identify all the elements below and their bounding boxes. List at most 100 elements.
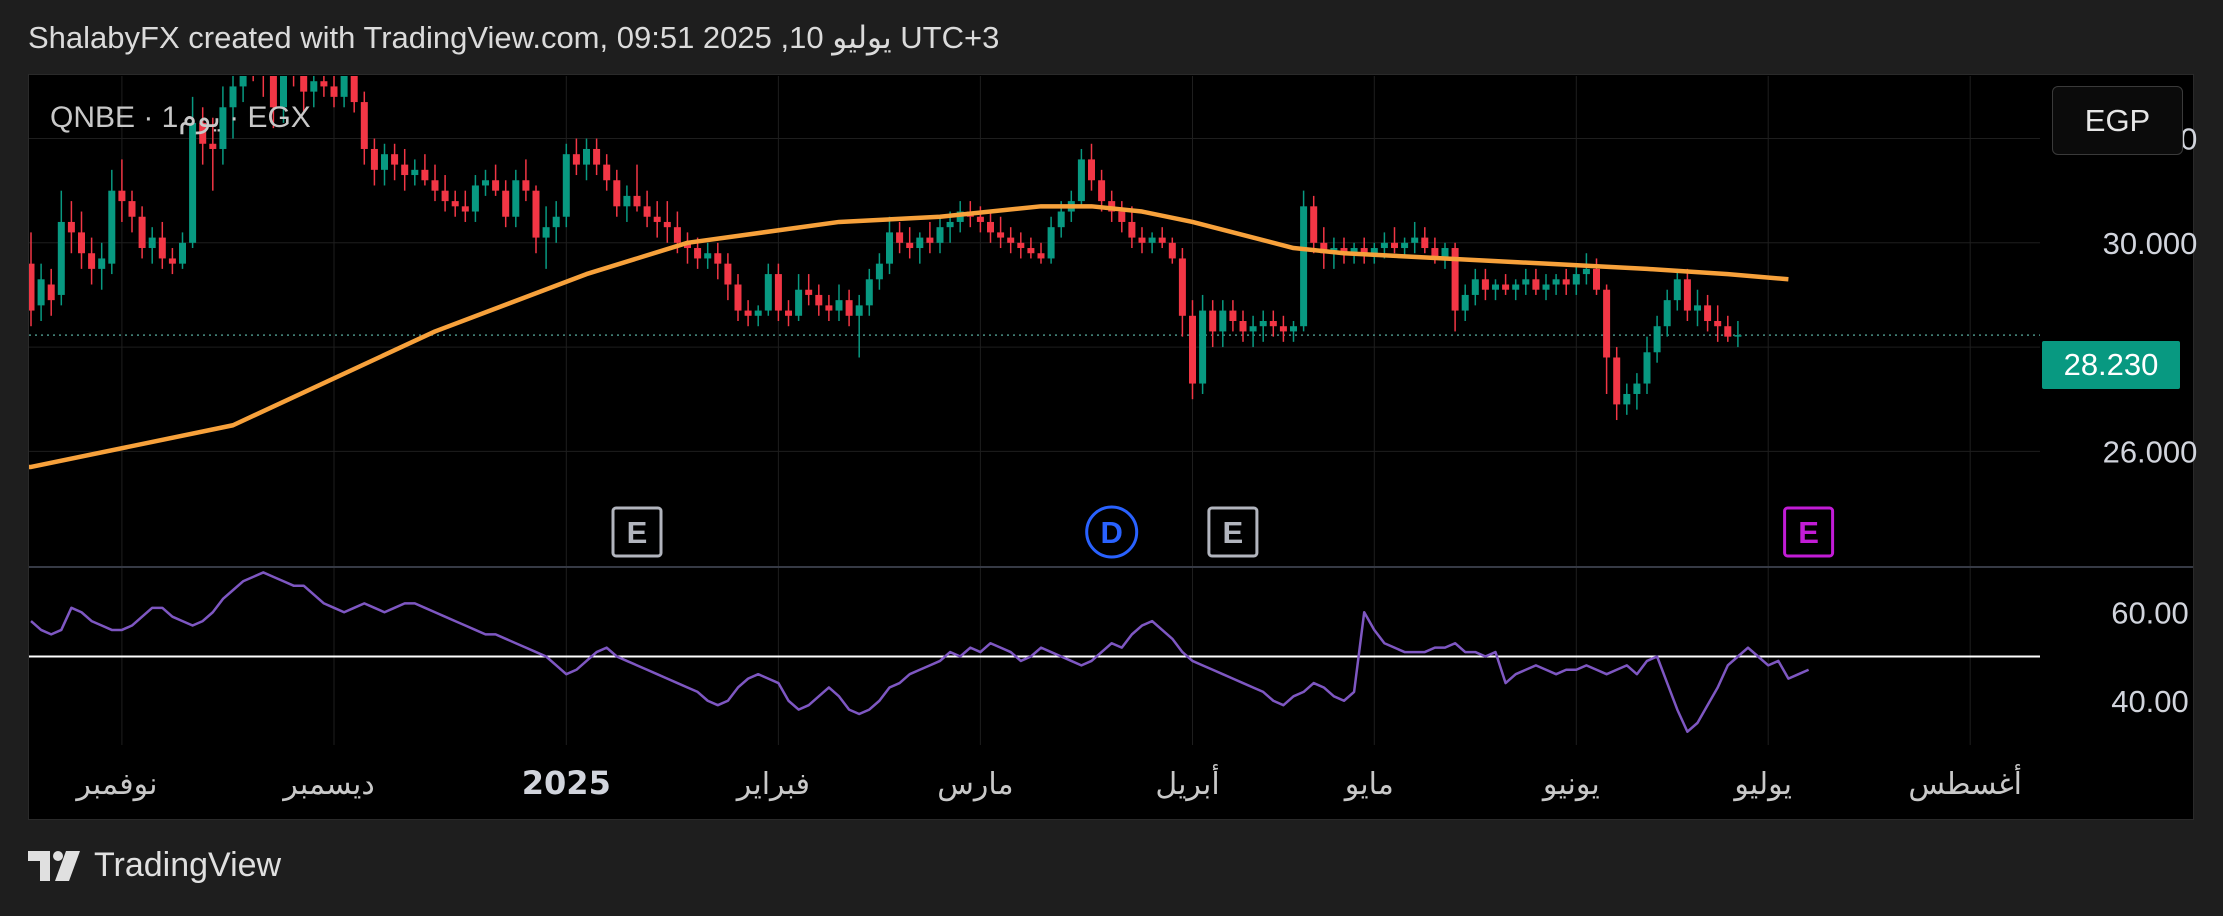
candle bbox=[108, 169, 116, 275]
candle-body bbox=[1098, 180, 1106, 202]
candle bbox=[320, 76, 328, 97]
candle bbox=[179, 232, 186, 269]
candle-body bbox=[189, 122, 197, 243]
candle-body bbox=[1593, 268, 1600, 290]
candle bbox=[1168, 237, 1176, 264]
candle bbox=[492, 164, 500, 196]
candle-body bbox=[1017, 242, 1025, 249]
candle bbox=[370, 138, 378, 186]
candle bbox=[865, 268, 873, 316]
candle-body bbox=[694, 248, 702, 259]
candle bbox=[916, 232, 924, 264]
event-marker-e[interactable]: E bbox=[1783, 506, 1835, 558]
candle bbox=[1249, 315, 1257, 348]
candle-body bbox=[744, 310, 752, 316]
candle-body bbox=[411, 169, 419, 176]
candle bbox=[1673, 268, 1681, 311]
candle-body bbox=[815, 294, 823, 306]
candle bbox=[653, 201, 661, 238]
candle-body bbox=[1552, 279, 1560, 285]
candle-body bbox=[1158, 237, 1166, 243]
candle-body bbox=[1007, 237, 1015, 243]
candle-body bbox=[623, 195, 631, 207]
candle bbox=[896, 221, 904, 254]
candle bbox=[1007, 227, 1015, 254]
candles bbox=[29, 76, 1742, 421]
candle-body bbox=[603, 164, 611, 181]
candle bbox=[411, 159, 419, 186]
candle-body bbox=[663, 221, 671, 228]
candle bbox=[734, 274, 742, 321]
time-axis-tick: يوليو bbox=[1732, 767, 1792, 802]
candle bbox=[1694, 289, 1701, 327]
candle bbox=[1239, 310, 1247, 342]
candle bbox=[148, 227, 156, 264]
candle-body bbox=[330, 86, 338, 97]
candle-body bbox=[754, 310, 762, 316]
candle-body bbox=[1219, 310, 1227, 332]
candle bbox=[764, 263, 772, 316]
price-chart[interactable]: EDEE32.00030.00026.00060.0040.00نوفمبردي… bbox=[0, 0, 2223, 916]
candle-body bbox=[1582, 268, 1590, 275]
candle bbox=[168, 248, 176, 275]
candle-body bbox=[886, 232, 893, 264]
candle bbox=[1310, 195, 1318, 254]
candle bbox=[1613, 347, 1621, 421]
candle bbox=[1532, 268, 1540, 295]
candle-body bbox=[1673, 279, 1681, 301]
candle-body bbox=[673, 227, 681, 243]
candle bbox=[1411, 221, 1419, 254]
candle bbox=[1603, 284, 1611, 394]
tradingview-brand[interactable]: TradingView bbox=[94, 846, 281, 885]
event-marker-d[interactable]: D bbox=[1085, 505, 1139, 559]
candle bbox=[451, 190, 459, 217]
candle bbox=[360, 91, 368, 165]
candle-body bbox=[562, 154, 570, 217]
candle-body bbox=[1269, 321, 1277, 327]
rsi-axis-tick: 40.00 bbox=[2111, 684, 2189, 719]
currency-button[interactable]: EGP bbox=[2052, 86, 2183, 155]
candle bbox=[1562, 268, 1570, 295]
candle-body bbox=[1209, 310, 1217, 332]
candle bbox=[421, 154, 429, 186]
candle bbox=[1653, 315, 1661, 363]
candle-body bbox=[1694, 305, 1701, 311]
candle-body bbox=[1411, 237, 1419, 243]
candle-body bbox=[67, 221, 75, 233]
candle bbox=[262, 76, 265, 97]
candle bbox=[1047, 216, 1055, 264]
candle-body bbox=[1643, 352, 1651, 384]
candle-body bbox=[1118, 211, 1126, 222]
tradingview-logo-icon[interactable] bbox=[28, 850, 82, 881]
candle bbox=[1037, 242, 1045, 264]
candle bbox=[1714, 305, 1722, 342]
candle bbox=[391, 143, 399, 181]
event-marker-e[interactable]: E bbox=[1207, 506, 1259, 558]
candle bbox=[1199, 294, 1207, 394]
candle-body bbox=[1481, 279, 1489, 290]
candle-body bbox=[1461, 294, 1469, 311]
candle-body bbox=[128, 201, 136, 217]
candle bbox=[138, 206, 146, 259]
candle bbox=[875, 253, 883, 290]
candle-body bbox=[1492, 284, 1499, 290]
candle bbox=[1502, 274, 1510, 295]
candle bbox=[1027, 237, 1035, 259]
candle-body bbox=[643, 206, 651, 217]
candle-body bbox=[148, 237, 156, 249]
time-axis-tick: أبريل bbox=[1155, 763, 1219, 802]
candle bbox=[724, 253, 732, 301]
candle-body bbox=[845, 300, 853, 316]
candle bbox=[684, 232, 691, 264]
event-marker-e[interactable]: E bbox=[611, 506, 663, 558]
time-axis-tick: فبراير bbox=[735, 767, 810, 802]
candle bbox=[1017, 232, 1025, 259]
candle-body bbox=[1189, 315, 1196, 384]
candle-body bbox=[865, 279, 873, 306]
candle-body bbox=[37, 279, 45, 306]
candle bbox=[1209, 300, 1217, 348]
candle-body bbox=[976, 216, 984, 222]
candle-body bbox=[896, 232, 904, 243]
candle bbox=[128, 190, 136, 233]
time-axis-tick: ديسمبر bbox=[281, 767, 374, 802]
